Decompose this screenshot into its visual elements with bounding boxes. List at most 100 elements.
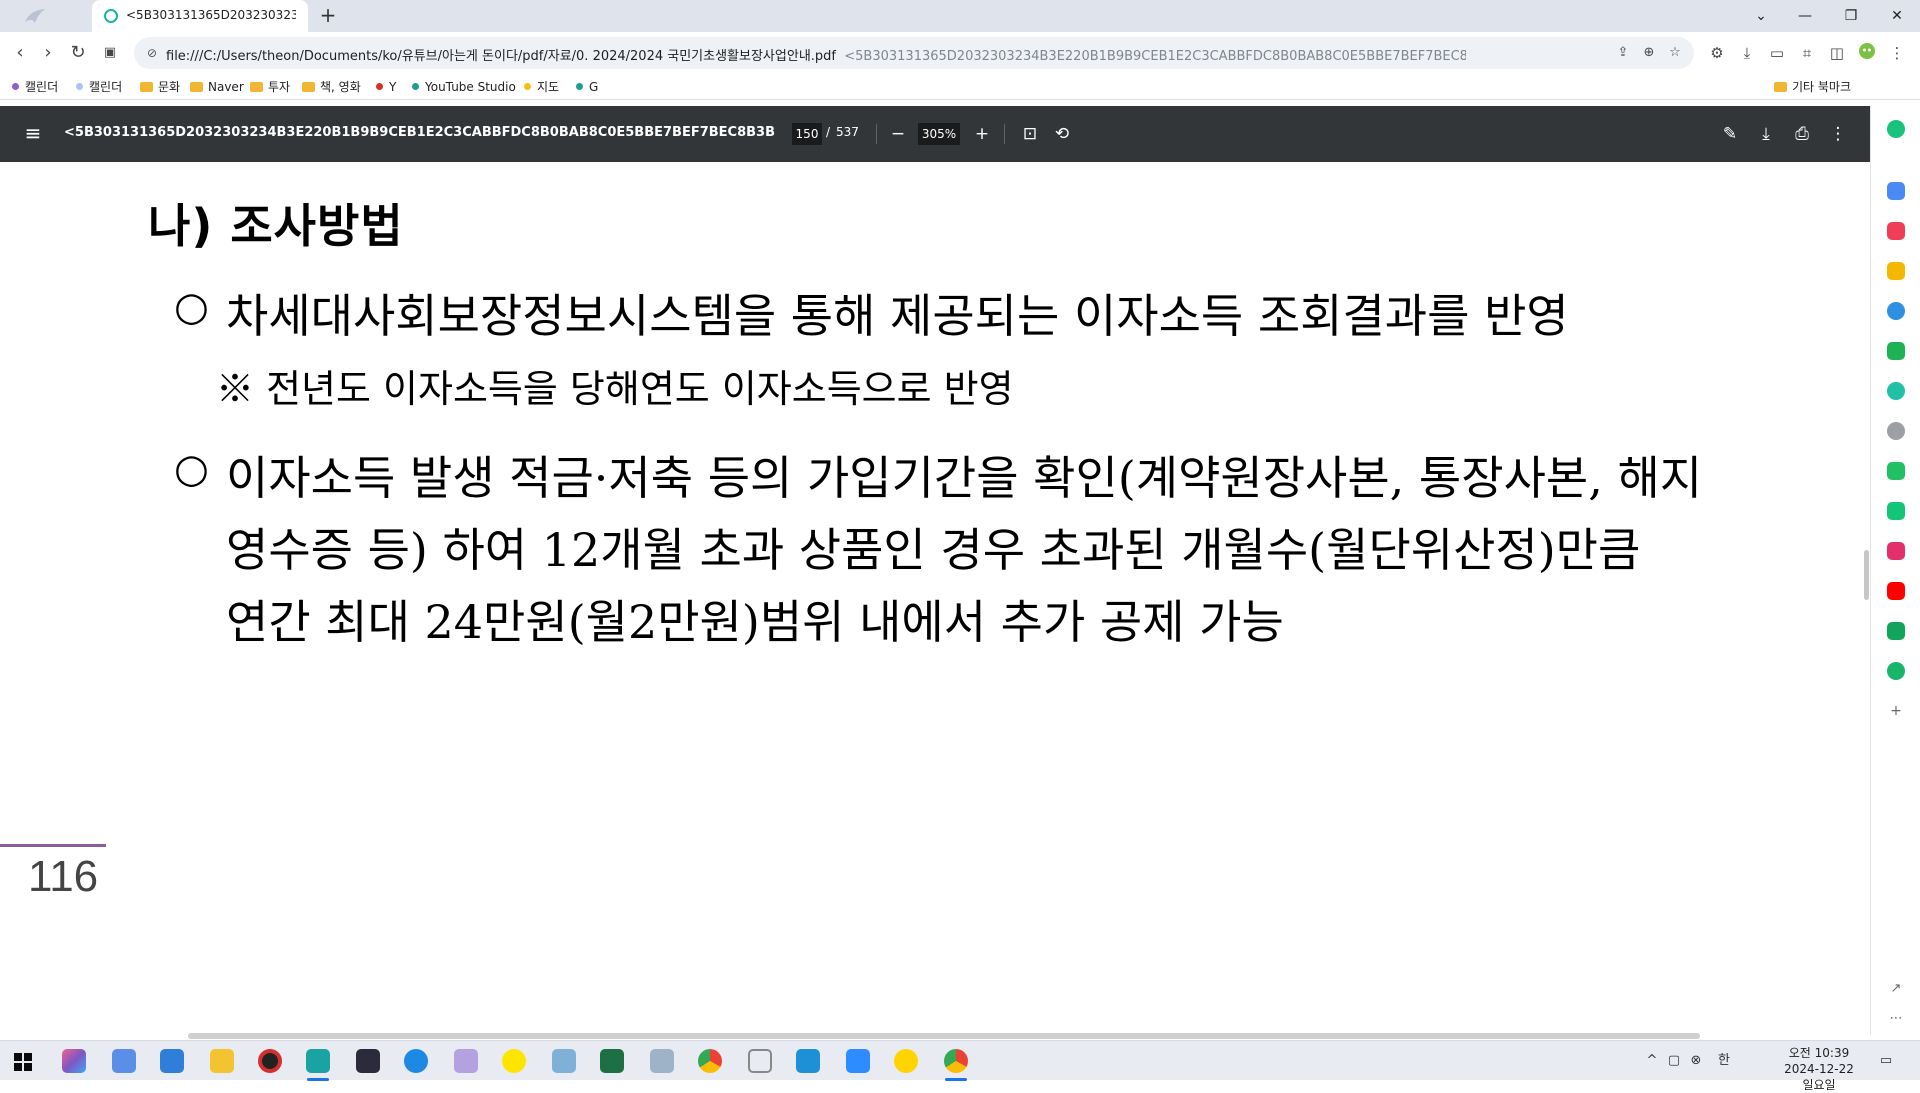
pdf-download-icon[interactable]: ⤓: [1754, 122, 1778, 146]
zoom-icon[interactable]: ⊕: [1640, 44, 1658, 62]
bookmark-label: 캘린더: [89, 80, 123, 94]
drop-icon[interactable]: [1887, 182, 1905, 200]
side-panel-icon[interactable]: ◫: [1826, 42, 1848, 64]
download-icon[interactable]: ⤓: [1736, 42, 1758, 64]
horizontal-scrollbar[interactable]: [188, 1033, 1700, 1039]
tray-mute-icon[interactable]: ⊗: [1688, 1053, 1704, 1069]
bookmark-item[interactable]: 캘린더: [12, 79, 58, 95]
rotate-icon[interactable]: ⟲: [1050, 122, 1074, 146]
note-text: ※ 전년도 이자소득을 당해연도 이자소득으로 반영: [216, 367, 1014, 411]
record-app-icon[interactable]: [258, 1049, 282, 1073]
naver-pay-icon[interactable]: [1887, 662, 1905, 680]
section-heading: 나) 조사방법: [148, 199, 404, 253]
screenshot-icon[interactable]: ⌗: [1796, 42, 1818, 64]
forward-arrow-icon[interactable]: ›: [36, 41, 60, 65]
fit-page-icon[interactable]: ⊡: [1018, 122, 1042, 146]
tray-device-icon[interactable]: ▢: [1666, 1053, 1682, 1069]
tray-expand-icon[interactable]: ^: [1644, 1053, 1660, 1069]
bookmark-item[interactable]: G: [576, 79, 598, 95]
zoom-app-icon[interactable]: [846, 1049, 870, 1073]
more-dots-icon[interactable]: ⋯: [1887, 1010, 1905, 1028]
bookmark-folder[interactable]: 책, 영화: [302, 79, 361, 95]
tab-active[interactable]: <5B303131365D2032303234B: [92, 0, 308, 32]
minimize-button[interactable]: —: [1782, 0, 1828, 32]
external-link-icon[interactable]: ↗: [1887, 980, 1905, 998]
cast-icon[interactable]: ▭: [1766, 42, 1788, 64]
bookmark-folder[interactable]: Naver: [190, 79, 244, 95]
bookmark-item[interactable]: Y: [376, 79, 396, 95]
address-bar[interactable]: ⊘ file:///C:/Users/theon/Documents/ko/유튜…: [134, 37, 1694, 69]
annotate-pen-icon[interactable]: ✎: [1718, 122, 1742, 146]
tab-previous[interactable]: [0, 0, 92, 32]
bookmark-label: Y: [389, 80, 397, 94]
naver-icon[interactable]: [1887, 342, 1905, 360]
zoom-level-input[interactable]: 305%: [918, 123, 960, 145]
chat-icon[interactable]: [1887, 422, 1905, 440]
bookmark-item[interactable]: 캘린더: [76, 79, 122, 95]
copilot-app-icon[interactable]: [62, 1049, 86, 1073]
pocket-icon[interactable]: [1887, 222, 1905, 240]
potplayer-app-icon[interactable]: [894, 1049, 918, 1073]
file-explorer-icon[interactable]: [210, 1049, 234, 1073]
bird-icon: [25, 9, 45, 23]
pdf-menu-icon[interactable]: ≡: [22, 122, 44, 144]
davinci-app-icon[interactable]: [356, 1049, 380, 1073]
page-info-icon[interactable]: ▣: [98, 41, 122, 65]
tab-title: <5B303131365D2032303234B: [126, 8, 296, 22]
chrome-app-icon[interactable]: [698, 1049, 722, 1073]
address-url[interactable]: file:///C:/Users/theon/Documents/ko/유튜브/…: [166, 45, 1466, 64]
site-info-icon[interactable]: ⊘: [144, 45, 160, 61]
stock-icon[interactable]: [1887, 622, 1905, 640]
kakaotalk-app-icon[interactable]: [502, 1049, 526, 1073]
play-store-icon[interactable]: [1887, 502, 1905, 520]
profile-avatar-icon[interactable]: [1856, 42, 1878, 64]
bookmark-star-icon[interactable]: ☆: [1666, 44, 1684, 62]
zoom-in-icon[interactable]: +: [970, 122, 994, 146]
play-circle-icon[interactable]: [1887, 382, 1905, 400]
extensions-icon[interactable]: ⚙: [1706, 42, 1728, 64]
share-icon[interactable]: ⇪: [1614, 44, 1632, 62]
reload-icon[interactable]: ↻: [66, 41, 90, 65]
chrome-profile-app-icon[interactable]: [944, 1049, 968, 1073]
pdf-page[interactable]: 나) 조사방법 ○ 차세대사회보장정보시스템을 통해 제공되는 이자소득 조회결…: [0, 162, 1870, 1035]
edge-icon[interactable]: [1887, 302, 1905, 320]
browser-menu-icon[interactable]: ⋮: [1886, 42, 1908, 64]
snipping-tool-icon[interactable]: [748, 1049, 772, 1073]
youtube-icon[interactable]: [1887, 582, 1905, 600]
bookmark-item[interactable]: 지도: [524, 79, 559, 95]
page-number-input[interactable]: 150: [792, 123, 822, 145]
taskbar-clock[interactable]: 오전 10:39 2024-12-22 일요일: [1784, 1045, 1854, 1093]
close-window-button[interactable]: ✕: [1874, 0, 1920, 32]
new-tab-button[interactable]: +: [316, 4, 340, 28]
pdf-more-icon[interactable]: ⋮: [1826, 122, 1850, 146]
back-arrow-icon[interactable]: ‹: [8, 41, 32, 65]
bookmark-folder[interactable]: 투자: [250, 79, 290, 95]
print-icon[interactable]: ⎙: [1790, 122, 1814, 146]
add-icon[interactable]: +: [1887, 702, 1905, 720]
paint-app-icon[interactable]: [454, 1049, 478, 1073]
notes-app-icon[interactable]: [160, 1049, 184, 1073]
instagram-icon[interactable]: [1887, 542, 1905, 560]
ime-indicator[interactable]: 한: [1716, 1053, 1732, 1069]
windows-start-icon[interactable]: [14, 1053, 32, 1071]
zoom-out-icon[interactable]: −: [886, 122, 910, 146]
vertical-scrollbar[interactable]: [1864, 550, 1869, 600]
bookmark-folder[interactable]: 문화: [140, 79, 180, 95]
sharex-app-icon[interactable]: [306, 1049, 330, 1073]
other-bookmarks-folder[interactable]: 기타 북마크: [1774, 79, 1851, 95]
notification-icon[interactable]: ▭: [1878, 1053, 1894, 1069]
store-app-icon[interactable]: [796, 1049, 820, 1073]
notepad-app-icon[interactable]: [552, 1049, 576, 1073]
copilot-icon[interactable]: [1887, 120, 1905, 138]
bookmark-label: 책, 영화: [320, 80, 361, 94]
webtoon-icon[interactable]: [1887, 462, 1905, 480]
favorites-icon[interactable]: [1887, 262, 1905, 280]
edge-app-icon[interactable]: [404, 1049, 428, 1073]
laptop-app-icon[interactable]: [112, 1049, 136, 1073]
excel-app-icon[interactable]: [600, 1049, 624, 1073]
bullet-text: 차세대사회보장정보시스템을 통해 제공되는 이자소득 조회결과를 반영: [226, 289, 1569, 343]
tab-search-button[interactable]: ⌄: [1738, 0, 1784, 32]
restore-button[interactable]: ❐: [1828, 0, 1874, 32]
bookmark-item[interactable]: YouTube Studio: [412, 79, 516, 95]
calculator-app-icon[interactable]: [650, 1049, 674, 1073]
